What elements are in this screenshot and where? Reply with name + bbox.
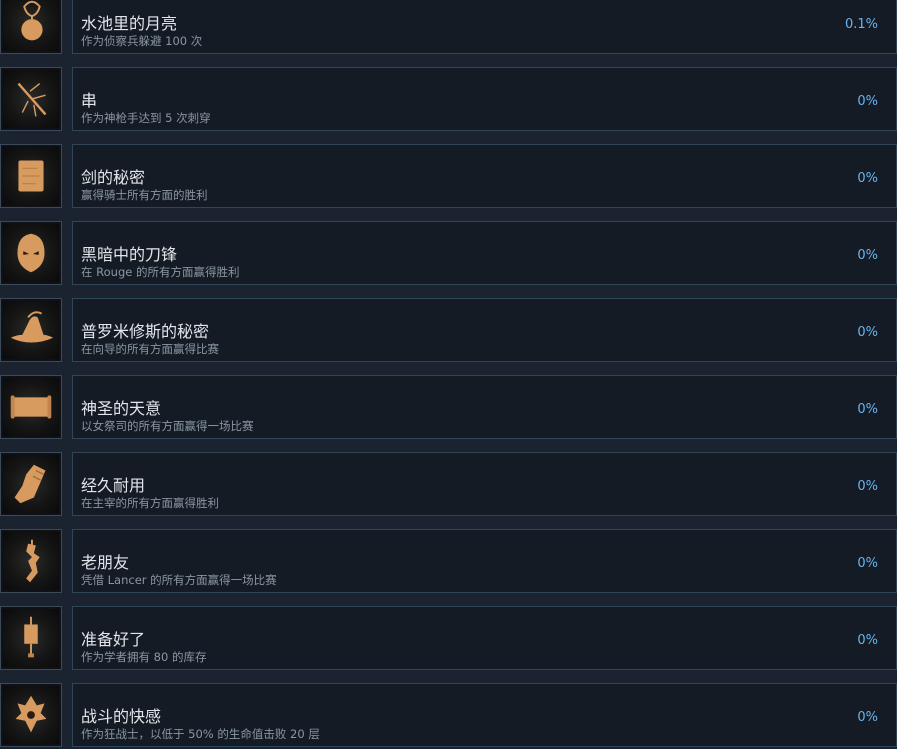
achievement-icon-frame (0, 452, 62, 516)
achievement-description: 在向导的所有方面赢得比赛 (81, 342, 219, 356)
gauntlet-icon (3, 455, 59, 513)
achievement-unlock-percent: 0% (857, 171, 878, 186)
achievement-card: 准备好了 作为学者拥有 80 的库存 0% (72, 606, 897, 670)
achievement-icon-frame (0, 375, 62, 439)
achievement-card: 黑暗中的刀锋 在 Rouge 的所有方面赢得胜利 0% (72, 221, 897, 285)
achievement-icon-frame (0, 683, 62, 747)
achievement-icon-frame (0, 144, 62, 208)
achievement-card: 剑的秘密 赢得骑士所有方面的胜利 0% (72, 144, 897, 208)
achievement-description: 以女祭司的所有方面赢得一场比赛 (81, 419, 254, 433)
achievement-card: 经久耐用 在主宰的所有方面赢得胜利 0% (72, 452, 897, 516)
achievement-description: 作为侦察兵躲避 100 次 (81, 34, 203, 48)
scroll-page-icon (3, 147, 59, 205)
achievement-card: 战斗的快感 作为狂战士，以低于 50% 的生命值击败 20 层 0% (72, 683, 897, 747)
achievement-row[interactable]: 老朋友 凭借 Lancer 的所有方面赢得一场比赛 0% (0, 529, 897, 595)
achievement-row[interactable]: 串 作为神枪手达到 5 次刺穿 0% (0, 67, 897, 133)
achievement-description: 赢得骑士所有方面的胜利 (81, 188, 208, 202)
achievement-title: 黑暗中的刀锋 (81, 245, 178, 264)
hanging-scroll-icon (3, 609, 59, 667)
achievement-card: 普罗米修斯的秘密 在向导的所有方面赢得比赛 0% (72, 298, 897, 362)
achievement-unlock-percent: 0% (857, 479, 878, 494)
achievement-description: 作为狂战士，以低于 50% 的生命值击败 20 层 (81, 727, 320, 741)
achievement-row[interactable]: 水池里的月亮 作为侦察兵躲避 100 次 0.1% (0, 0, 897, 56)
achievement-row[interactable]: 普罗米修斯的秘密 在向导的所有方面赢得比赛 0% (0, 298, 897, 364)
achievement-card: 串 作为神枪手达到 5 次刺穿 0% (72, 67, 897, 131)
achievement-row[interactable]: 神圣的天意 以女祭司的所有方面赢得一场比赛 0% (0, 375, 897, 441)
achievement-unlock-percent: 0% (857, 248, 878, 263)
achievement-title: 战斗的快感 (81, 707, 162, 726)
achievement-row[interactable]: 准备好了 作为学者拥有 80 的库存 0% (0, 606, 897, 672)
achievement-row[interactable]: 黑暗中的刀锋 在 Rouge 的所有方面赢得胜利 0% (0, 221, 897, 287)
wizard-hat-icon (3, 301, 59, 359)
achievement-description: 在主宰的所有方面赢得胜利 (81, 496, 219, 510)
achievement-row[interactable]: 剑的秘密 赢得骑士所有方面的胜利 0% (0, 144, 897, 210)
achievement-card: 老朋友 凭借 Lancer 的所有方面赢得一场比赛 0% (72, 529, 897, 593)
achievement-title: 水池里的月亮 (81, 14, 178, 33)
achievement-card: 神圣的天意 以女祭司的所有方面赢得一场比赛 0% (72, 375, 897, 439)
achievement-row[interactable]: 战斗的快感 作为狂战士，以低于 50% 的生命值击败 20 层 0% (0, 683, 897, 749)
achievement-unlock-percent: 0% (857, 94, 878, 109)
achievement-unlock-percent: 0% (857, 402, 878, 417)
achievement-icon-frame (0, 606, 62, 670)
achievement-title: 普罗米修斯的秘密 (81, 322, 210, 341)
achievement-description: 在 Rouge 的所有方面赢得胜利 (81, 265, 240, 279)
mask-icon (3, 224, 59, 282)
achievement-unlock-percent: 0% (857, 556, 878, 571)
scroll-banner-icon (3, 378, 59, 436)
achievement-title: 剑的秘密 (81, 168, 146, 187)
achievement-icon-frame (0, 0, 62, 54)
moon-pendant-icon (3, 0, 59, 51)
achievement-icon-frame (0, 529, 62, 593)
achievement-description: 作为学者拥有 80 的库存 (81, 650, 207, 664)
achievement-title: 神圣的天意 (81, 399, 162, 418)
achievement-description: 作为神枪手达到 5 次刺穿 (81, 111, 211, 125)
achievement-title: 经久耐用 (81, 476, 146, 495)
achievement-title: 准备好了 (81, 630, 146, 649)
achievement-unlock-percent: 0.1% (844, 17, 878, 32)
achievement-unlock-percent: 0% (857, 325, 878, 340)
achievement-row[interactable]: 经久耐用 在主宰的所有方面赢得胜利 0% (0, 452, 897, 518)
achievement-icon-frame (0, 298, 62, 362)
achievement-unlock-percent: 0% (857, 633, 878, 648)
achievement-title: 老朋友 (81, 553, 130, 572)
achievement-description: 凭借 Lancer 的所有方面赢得一场比赛 (81, 573, 277, 587)
achievement-icon-frame (0, 67, 62, 131)
achievement-card: 水池里的月亮 作为侦察兵躲避 100 次 0.1% (72, 0, 897, 54)
achievement-title: 串 (81, 91, 98, 110)
lance-figure-icon (3, 532, 59, 590)
achievement-icon-frame (0, 221, 62, 285)
spear-burst-icon (3, 70, 59, 128)
berserker-crest-icon (3, 686, 59, 744)
achievement-unlock-percent: 0% (857, 710, 878, 725)
